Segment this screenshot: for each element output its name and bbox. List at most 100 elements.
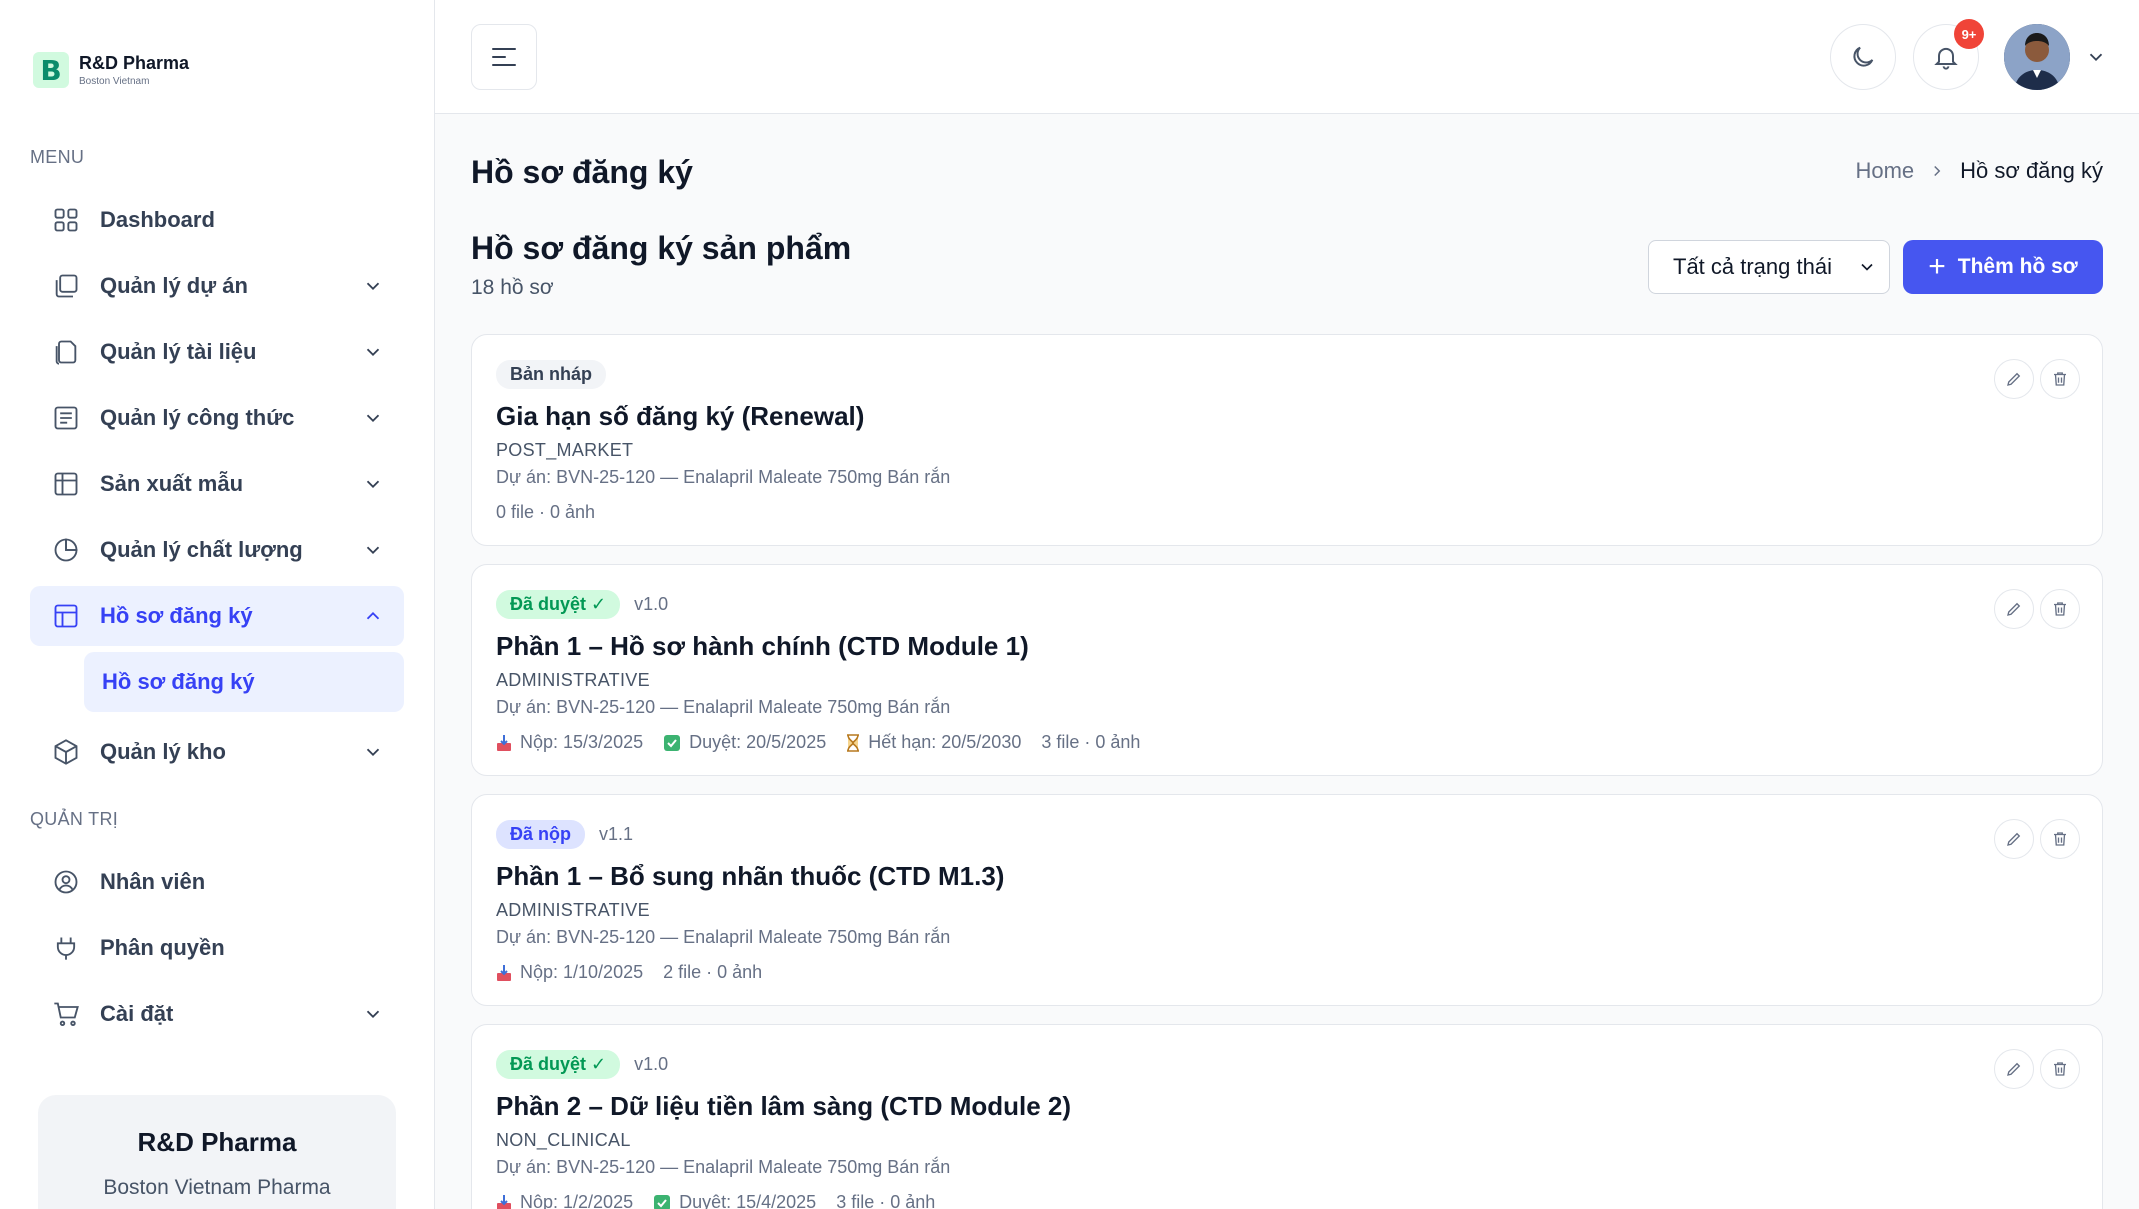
status-filter-select[interactable]: Tất cả trạng thái [1648, 240, 1890, 294]
bell-icon [1934, 47, 1958, 70]
edit-button[interactable] [1994, 1049, 2034, 1089]
edit-button[interactable] [1994, 819, 2034, 859]
sidebar-item-label: Sản xuất mẫu [100, 471, 244, 496]
delete-button[interactable] [2040, 819, 2080, 859]
hourglass-icon [846, 733, 860, 752]
record-title[interactable]: Phần 1 – Bổ sung nhãn thuốc (CTD M1.3) [496, 861, 2078, 892]
edit-button[interactable] [1994, 359, 2034, 399]
chevron-down-icon [366, 1010, 380, 1019]
trash-icon [2054, 602, 2066, 616]
brand-logo: B [33, 52, 69, 88]
edit-button[interactable] [1994, 589, 2034, 629]
main-content: Hồ sơ đăng ký Home Hồ sơ đăng ký Hồ sơ đ… [435, 114, 2139, 1209]
chevron-down-icon [366, 282, 380, 291]
brand-name: R&D Pharma [79, 53, 190, 73]
user-circle-icon [50, 866, 82, 898]
submitted-date: Nộp: 1/2/2025 [496, 1192, 633, 1209]
record-card[interactable]: Đã nộp v1.1 Phần 1 – Bổ sung nhãn thuốc … [471, 794, 2103, 1006]
chevron-down-icon[interactable] [2085, 46, 2107, 68]
submitted-date-text: Nộp: 15/3/2025 [520, 732, 644, 752]
pie-chart-icon [50, 534, 82, 566]
expiry-date-text: Hết hạn: 20/5/2030 [868, 732, 1022, 752]
delete-button[interactable] [2040, 1049, 2080, 1089]
record-type: ADMINISTRATIVE [496, 670, 650, 690]
sidebar-item-registration[interactable]: Hồ sơ đăng ký [30, 586, 404, 646]
sidebar-item-label: Quản lý công thức [100, 405, 295, 430]
card-header: Đã duyệt ✓ v1.0 [496, 1049, 2078, 1079]
card-actions [1988, 589, 2080, 629]
avatar[interactable] [2004, 24, 2070, 90]
sidebar-item-label: Nhân viên [100, 869, 206, 894]
brand-subtitle: Boston Vietnam [79, 76, 150, 87]
pencil-icon [2007, 1062, 2021, 1076]
breadcrumb-current: Hồ sơ đăng ký [1960, 158, 2103, 183]
sidebar-item-projects[interactable]: Quản lý dự án [30, 256, 404, 316]
sidebar-item-dashboard[interactable]: Dashboard [30, 190, 404, 250]
card-actions [1988, 819, 2080, 859]
card-header: Đã duyệt ✓ v1.0 [496, 589, 2078, 619]
approved-date: Duyệt: 20/5/2025 [663, 732, 826, 753]
sidebar-item-label: Cài đặt [100, 1001, 174, 1026]
record-version: v1.1 [599, 823, 634, 844]
card-header: Bản nháp [496, 359, 2078, 389]
sidebar-item-settings[interactable]: Cài đặt [30, 984, 404, 1044]
sidebar-item-sample-production[interactable]: Sản xuất mẫu [30, 454, 404, 514]
sidebar-item-documents[interactable]: Quản lý tài liệu [30, 322, 404, 382]
top-header: 9+ [435, 0, 2139, 114]
sidebar-item-quality[interactable]: Quản lý chất lượng [30, 520, 404, 580]
sidebar-item-label: Quản lý kho [100, 739, 226, 764]
admin-section-label: QUẢN TRỊ [30, 809, 119, 829]
menu-toggle-button[interactable] [471, 24, 537, 90]
document-icon [50, 336, 82, 368]
sidebar-subitem-registration[interactable]: Hồ sơ đăng ký [84, 652, 404, 712]
submitted-date: Nộp: 1/10/2025 [496, 962, 643, 983]
copy-icon [50, 270, 82, 302]
breadcrumb-home[interactable]: Home [1855, 158, 1914, 184]
submitted-date: Nộp: 15/3/2025 [496, 732, 643, 753]
record-version: v1.0 [634, 1053, 669, 1074]
sidebar-promo-card: R&D Pharma Boston Vietnam Pharma [38, 1095, 396, 1209]
add-record-label: Thêm hồ sơ [1957, 255, 2078, 278]
check-box-icon [653, 1194, 671, 1209]
record-card[interactable]: Đã duyệt ✓ v1.0 Phần 2 – Dữ liệu tiền lâ… [471, 1024, 2103, 1209]
table-icon [50, 468, 82, 500]
sidebar-item-label: Hồ sơ đăng ký [100, 603, 253, 628]
trash-icon [2054, 1062, 2066, 1076]
pencil-icon [2007, 832, 2021, 846]
user-avatar-image [2004, 24, 2070, 90]
pencil-icon [2007, 602, 2021, 616]
box-icon [50, 736, 82, 768]
chevron-right-icon [1928, 162, 1946, 180]
record-card[interactable]: Đã duyệt ✓ v1.0 Phần 1 – Hồ sơ hành chín… [471, 564, 2103, 776]
breadcrumb: Home Hồ sơ đăng ký [1855, 158, 2103, 184]
delete-button[interactable] [2040, 359, 2080, 399]
record-title[interactable]: Phần 1 – Hồ sơ hành chính (CTD Module 1) [496, 631, 2078, 662]
add-record-button[interactable]: + Thêm hồ sơ [1903, 240, 2103, 294]
sidebar-item-permissions[interactable]: Phân quyền [30, 918, 404, 978]
record-project: Dự án: BVN-25-120 — Enalapril Maleate 75… [496, 697, 951, 717]
record-type: NON_CLINICAL [496, 1130, 631, 1150]
sidebar-item-label: Quản lý tài liệu [100, 339, 257, 364]
promo-subtitle: Boston Vietnam Pharma [103, 1176, 331, 1199]
record-card[interactable]: Bản nháp Gia hạn số đăng ký (Renewal) PO… [471, 334, 2103, 546]
record-title[interactable]: Gia hạn số đăng ký (Renewal) [496, 401, 2078, 432]
delete-button[interactable] [2040, 589, 2080, 629]
pencil-icon [2007, 372, 2021, 386]
promo-title: R&D Pharma [137, 1127, 297, 1157]
sidebar-item-warehouse[interactable]: Quản lý kho [30, 722, 404, 782]
record-files: 2 file · 0 ảnh [663, 962, 763, 982]
sidebar: B R&D Pharma Boston Vietnam MENU Dashboa… [0, 0, 435, 1209]
list-icon [50, 402, 82, 434]
dark-mode-toggle[interactable] [1830, 24, 1896, 90]
moon-icon [1853, 46, 1874, 67]
hamburger-icon [492, 48, 516, 66]
brand[interactable]: B R&D Pharma Boston Vietnam [30, 0, 404, 140]
brand-text: R&D Pharma Boston Vietnam [79, 53, 189, 87]
sidebar-item-formulas[interactable]: Quản lý công thức [30, 388, 404, 448]
status-filter-value: Tất cả trạng thái [1673, 254, 1832, 279]
sidebar-item-staff[interactable]: Nhân viên [30, 852, 404, 912]
record-title[interactable]: Phần 2 – Dữ liệu tiền lâm sàng (CTD Modu… [496, 1091, 2078, 1122]
plus-icon: + [1928, 250, 1946, 283]
notifications-button[interactable]: 9+ [1913, 19, 1984, 90]
status-badge: Đã duyệt ✓ [496, 589, 621, 619]
